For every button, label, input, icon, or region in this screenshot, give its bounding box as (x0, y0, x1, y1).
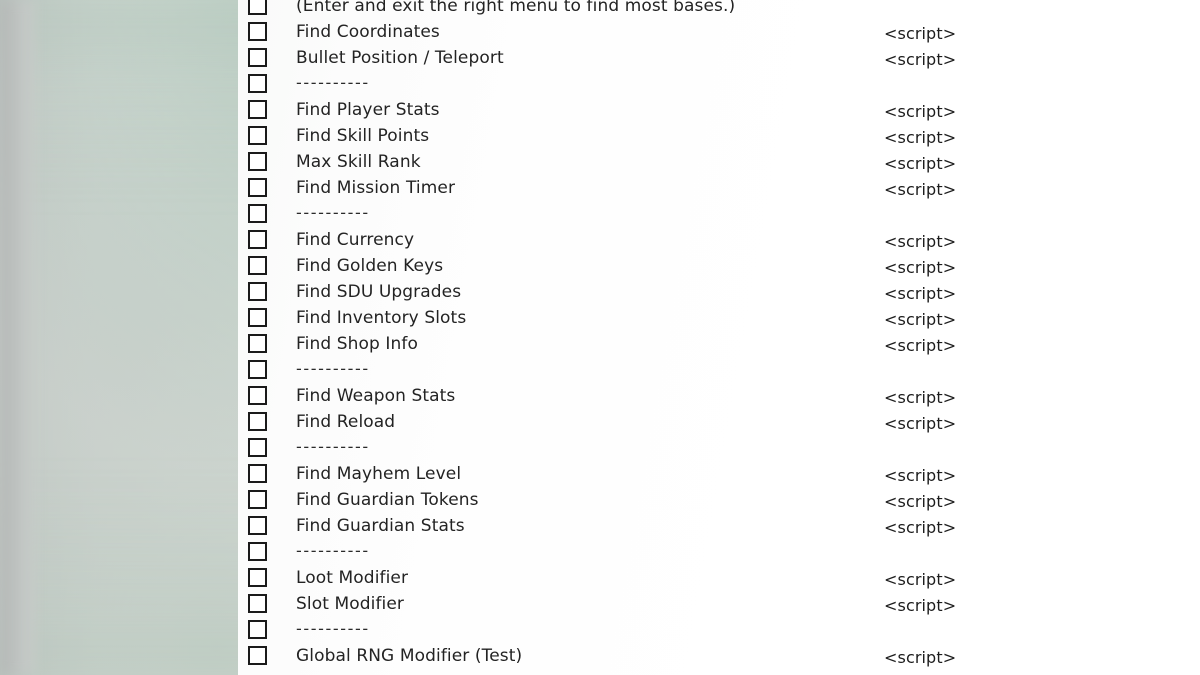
row-script-tag[interactable]: <script> (884, 99, 956, 125)
list-row: Global RNG Modifier (Test) <script> (0, 643, 1200, 669)
script-list: (Enter and exit the right menu to find m… (0, 0, 1200, 669)
list-row: Find Guardian Tokens <script> (0, 487, 1200, 513)
row-script-tag[interactable]: <script> (884, 463, 956, 489)
row-label[interactable]: Find Mayhem Level (296, 461, 461, 487)
row-checkbox[interactable] (248, 464, 267, 483)
row-label[interactable]: Find Weapon Stats (296, 383, 455, 409)
row-label[interactable]: Find Skill Points (296, 123, 429, 149)
row-script-tag[interactable]: <script> (884, 229, 956, 255)
row-label[interactable]: Find Golden Keys (296, 253, 443, 279)
row-checkbox[interactable] (248, 308, 267, 327)
row-label[interactable]: Find Guardian Stats (296, 513, 465, 539)
row-script-tag[interactable]: <script> (884, 385, 956, 411)
list-row: Find Weapon Stats <script> (0, 383, 1200, 409)
row-checkbox[interactable] (248, 100, 267, 119)
row-checkbox[interactable] (248, 594, 267, 613)
row-separator: ---------- (296, 359, 370, 378)
row-checkbox[interactable] (248, 386, 267, 405)
list-row: ---------- (0, 71, 1200, 97)
row-script-tag[interactable]: <script> (884, 307, 956, 333)
row-checkbox[interactable] (248, 490, 267, 509)
row-script-tag[interactable]: <script> (884, 567, 956, 593)
list-row: Find Player Stats <script> (0, 97, 1200, 123)
row-script-tag[interactable]: <script> (884, 151, 956, 177)
row-label[interactable]: Slot Modifier (296, 591, 404, 617)
row-label[interactable]: Find Shop Info (296, 331, 418, 357)
list-row: Find Skill Points <script> (0, 123, 1200, 149)
row-script-tag[interactable]: <script> (884, 47, 956, 73)
row-checkbox[interactable] (248, 22, 267, 41)
list-row: Find Shop Info <script> (0, 331, 1200, 357)
row-checkbox[interactable] (248, 204, 267, 223)
row-label[interactable]: Find SDU Upgrades (296, 279, 461, 305)
list-row: Find Currency <script> (0, 227, 1200, 253)
screen-root: (Enter and exit the right menu to find m… (0, 0, 1200, 675)
row-checkbox[interactable] (248, 230, 267, 249)
row-label[interactable]: Find Inventory Slots (296, 305, 466, 331)
list-row: Find Coordinates <script> (0, 19, 1200, 45)
list-row: Bullet Position / Teleport <script> (0, 45, 1200, 71)
list-row: Max Skill Rank <script> (0, 149, 1200, 175)
row-note: (Enter and exit the right menu to find m… (296, 0, 736, 16)
list-row: Loot Modifier <script> (0, 565, 1200, 591)
list-row: ---------- (0, 357, 1200, 383)
row-script-tag[interactable]: <script> (884, 255, 956, 281)
list-row: ---------- (0, 539, 1200, 565)
row-checkbox[interactable] (248, 334, 267, 353)
row-script-tag[interactable]: <script> (884, 333, 956, 359)
list-row: Find Mission Timer <script> (0, 175, 1200, 201)
row-separator: ---------- (296, 619, 370, 638)
row-script-tag[interactable]: <script> (884, 645, 956, 671)
row-script-tag[interactable]: <script> (884, 411, 956, 437)
list-row: Find SDU Upgrades <script> (0, 279, 1200, 305)
row-label[interactable]: Find Player Stats (296, 97, 440, 123)
row-checkbox[interactable] (248, 74, 267, 93)
row-separator: ---------- (296, 73, 370, 92)
row-script-tag[interactable]: <script> (884, 281, 956, 307)
row-checkbox[interactable] (248, 620, 267, 639)
list-row: ---------- (0, 435, 1200, 461)
row-label[interactable]: Find Coordinates (296, 19, 440, 45)
list-row: (Enter and exit the right menu to find m… (0, 0, 1200, 19)
row-separator: ---------- (296, 203, 370, 222)
row-checkbox[interactable] (248, 412, 267, 431)
list-row: Find Reload <script> (0, 409, 1200, 435)
list-row: Find Guardian Stats <script> (0, 513, 1200, 539)
row-label[interactable]: Find Currency (296, 227, 414, 253)
row-checkbox[interactable] (248, 126, 267, 145)
row-checkbox[interactable] (248, 646, 267, 665)
row-label[interactable]: Max Skill Rank (296, 149, 421, 175)
row-script-tag[interactable]: <script> (884, 593, 956, 619)
list-row: Find Golden Keys <script> (0, 253, 1200, 279)
row-checkbox[interactable] (248, 48, 267, 67)
row-checkbox[interactable] (248, 256, 267, 275)
list-row: ---------- (0, 617, 1200, 643)
list-row: ---------- (0, 201, 1200, 227)
row-checkbox[interactable] (248, 438, 267, 457)
row-label[interactable]: Find Reload (296, 409, 395, 435)
row-script-tag[interactable]: <script> (884, 21, 956, 47)
row-script-tag[interactable]: <script> (884, 515, 956, 541)
row-label[interactable]: Loot Modifier (296, 565, 408, 591)
row-checkbox[interactable] (248, 0, 267, 15)
row-checkbox[interactable] (248, 516, 267, 535)
row-label[interactable]: Bullet Position / Teleport (296, 45, 504, 71)
row-separator: ---------- (296, 541, 370, 560)
row-label[interactable]: Find Mission Timer (296, 175, 455, 201)
row-separator: ---------- (296, 437, 370, 456)
row-script-tag[interactable]: <script> (884, 177, 956, 203)
row-script-tag[interactable]: <script> (884, 489, 956, 515)
row-checkbox[interactable] (248, 282, 267, 301)
row-label[interactable]: Find Guardian Tokens (296, 487, 479, 513)
list-row: Find Mayhem Level <script> (0, 461, 1200, 487)
list-row: Slot Modifier <script> (0, 591, 1200, 617)
row-checkbox[interactable] (248, 152, 267, 171)
row-checkbox[interactable] (248, 542, 267, 561)
row-checkbox[interactable] (248, 178, 267, 197)
row-checkbox[interactable] (248, 568, 267, 587)
row-label[interactable]: Global RNG Modifier (Test) (296, 643, 522, 669)
row-script-tag[interactable]: <script> (884, 125, 956, 151)
list-row: Find Inventory Slots <script> (0, 305, 1200, 331)
row-checkbox[interactable] (248, 360, 267, 379)
